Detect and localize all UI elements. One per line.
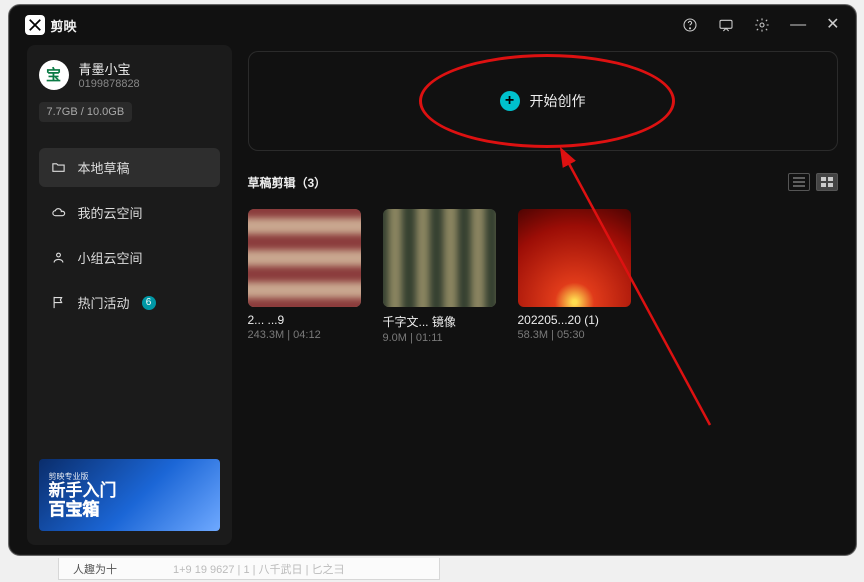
folder-icon <box>51 160 66 175</box>
drafts-grid: 2... ...9 243.3M | 04:12 千字文... 镜像 9.0M … <box>248 209 838 344</box>
draft-title: 202205...20 (1) <box>518 313 631 327</box>
draft-title: 千字文... 镜像 <box>383 313 496 330</box>
create-button[interactable]: + 开始创作 <box>248 51 838 151</box>
titlebar-actions: — ✕ <box>682 17 839 33</box>
draft-card[interactable]: 千字文... 镜像 9.0M | 01:11 <box>383 209 496 344</box>
sidebar-item-group-cloud[interactable]: 小组云空间 <box>39 238 220 277</box>
draft-thumbnail <box>383 209 496 307</box>
sidebar-nav: 本地草稿 我的云空间 小组云空间 热门活动 6 <box>39 148 220 322</box>
section-title: 草稿剪辑（3） <box>248 174 327 191</box>
grid-view-button[interactable] <box>816 173 838 191</box>
activity-badge: 6 <box>142 296 156 310</box>
draft-meta: 9.0M | 01:11 <box>383 332 496 344</box>
user-id: 0199878828 <box>79 78 140 90</box>
sidebar-item-local-drafts[interactable]: 本地草稿 <box>39 148 220 187</box>
close-button[interactable]: ✕ <box>826 17 839 33</box>
group-icon <box>51 250 66 265</box>
storage-badge: 7.7GB / 10.0GB <box>39 102 133 122</box>
draft-card[interactable]: 202205...20 (1) 58.3M | 05:30 <box>518 209 631 344</box>
sidebar-item-label: 小组云空间 <box>78 248 143 267</box>
sidebar-item-label: 本地草稿 <box>78 158 130 177</box>
sidebar-item-label: 我的云空间 <box>78 203 143 222</box>
drafts-header: 草稿剪辑（3） <box>248 173 838 191</box>
footer-right: 1+9 19 9627 | 1 | 八千武日 | 匕之彐 <box>173 561 345 577</box>
help-icon[interactable] <box>682 17 698 33</box>
view-toggle <box>788 173 838 191</box>
draft-thumbnail <box>518 209 631 307</box>
scissors-icon <box>25 15 45 35</box>
banner-tag: 剪映专业版 <box>49 471 210 482</box>
draft-card[interactable]: 2... ...9 243.3M | 04:12 <box>248 209 361 344</box>
feedback-icon[interactable] <box>718 17 734 33</box>
banner-line2: 百宝箱 <box>49 501 210 520</box>
settings-icon[interactable] <box>754 17 770 33</box>
main-panel: + 开始创作 草稿剪辑（3） 2... ...9 243.3M | 04:12 <box>242 45 856 555</box>
draft-thumbnail <box>248 209 361 307</box>
list-view-button[interactable] <box>788 173 810 191</box>
create-label: 开始创作 <box>530 91 586 111</box>
avatar: 宝 <box>39 60 69 90</box>
profile[interactable]: 宝 青墨小宝 0199878828 <box>39 59 220 90</box>
flag-icon <box>51 295 66 310</box>
app-name: 剪映 <box>51 16 77 35</box>
sidebar-item-activities[interactable]: 热门活动 6 <box>39 283 220 322</box>
titlebar: 剪映 — ✕ <box>9 5 856 45</box>
promo-banner[interactable]: 剪映专业版 新手入门 百宝箱 <box>39 459 220 531</box>
draft-title: 2... ...9 <box>248 313 361 327</box>
banner-line1: 新手入门 <box>49 482 210 501</box>
footer-strip: 人趣为十 1+9 19 9627 | 1 | 八千武日 | 匕之彐 <box>58 558 440 580</box>
footer-left: 人趣为十 <box>73 561 117 577</box>
username: 青墨小宝 <box>79 59 140 78</box>
app-logo: 剪映 <box>25 15 77 35</box>
draft-meta: 58.3M | 05:30 <box>518 329 631 341</box>
draft-meta: 243.3M | 04:12 <box>248 329 361 341</box>
sidebar: 宝 青墨小宝 0199878828 7.7GB / 10.0GB 本地草稿 我的… <box>27 45 232 545</box>
plus-icon: + <box>500 91 520 111</box>
sidebar-item-my-cloud[interactable]: 我的云空间 <box>39 193 220 232</box>
sidebar-item-label: 热门活动 <box>78 293 130 312</box>
app-window: 剪映 — ✕ 宝 青墨小宝 0199878828 7.7GB / 10.0GB <box>8 4 857 556</box>
cloud-icon <box>51 205 66 220</box>
minimize-button[interactable]: — <box>790 17 806 33</box>
